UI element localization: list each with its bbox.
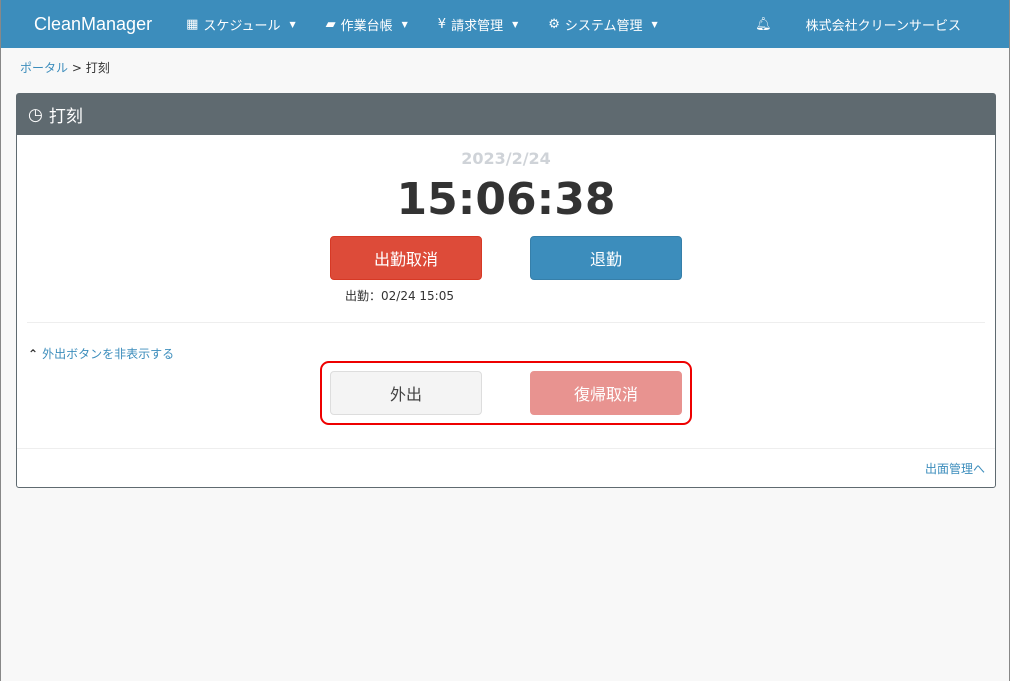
top-navbar: CleanManager ▦ スケジュール ▼ ▰ 作業台帳 ▼ ¥ 請求管理 ▼ ⚙ システ… xyxy=(1,0,1009,48)
menu-billing[interactable]: ¥ 請求管理 ▼ xyxy=(438,15,518,34)
chevron-up-icon: ⌃ xyxy=(28,347,39,361)
toggle-label: 外出ボタンを非表示する xyxy=(42,347,175,361)
attendance-management-link[interactable]: 出面管理へ xyxy=(925,460,985,477)
menu-label: システム管理 xyxy=(564,18,643,34)
go-out-button[interactable]: 外出 xyxy=(330,371,482,415)
calendar-icon: ▦ xyxy=(186,16,199,32)
gears-icon: ⚙ xyxy=(548,16,560,32)
cancel-clock-in-button[interactable]: 出勤取消 xyxy=(330,236,482,280)
breadcrumb: ポータル > 打刻 xyxy=(20,59,1009,76)
timecard-panel: ◷ 打刻 2023/2/24 15:06:38 出勤取消 退勤 出勤：02/24 … xyxy=(16,93,996,488)
bell-icon[interactable]: 🔔︎ xyxy=(755,17,772,32)
menu-system[interactable]: ⚙ システム管理 ▼ xyxy=(548,15,657,34)
company-menu[interactable]: 株式会社クリーンサービス xyxy=(806,15,961,34)
breadcrumb-separator: > xyxy=(71,61,82,75)
divider xyxy=(27,322,985,323)
cancel-return-button[interactable]: 復帰取消 xyxy=(530,371,682,415)
book-icon: ▰ xyxy=(325,16,336,32)
brand-logo[interactable]: CleanManager xyxy=(34,14,152,35)
current-date: 2023/2/24 xyxy=(461,149,551,168)
menu-label: スケジュール xyxy=(203,18,281,34)
menu-work-ledger[interactable]: ▰ 作業台帳 ▼ xyxy=(326,15,408,34)
menu-label: 請求管理 xyxy=(451,18,504,34)
caret-down-icon: ▼ xyxy=(512,19,519,29)
clock-icon: ◷ xyxy=(28,104,43,125)
panel-title: 打刻 xyxy=(48,107,83,127)
divider xyxy=(17,448,995,449)
hide-go-out-toggle[interactable]: ⌃ 外出ボタンを非表示する xyxy=(28,345,174,362)
current-time: 15:06:38 xyxy=(396,174,616,225)
breadcrumb-portal-link[interactable]: ポータル xyxy=(20,61,68,75)
clock-out-button[interactable]: 退勤 xyxy=(530,236,682,280)
clock-in-time: 出勤：02/24 15:05 xyxy=(345,289,454,303)
menu-schedule[interactable]: ▦ スケジュール ▼ xyxy=(186,15,296,34)
caret-down-icon: ▼ xyxy=(289,19,296,29)
yen-icon: ¥ xyxy=(437,16,447,32)
breadcrumb-current: 打刻 xyxy=(85,61,110,75)
menu-label: 作業台帳 xyxy=(340,18,393,34)
caret-down-icon: ▼ xyxy=(651,19,658,29)
caret-down-icon: ▼ xyxy=(401,19,408,29)
